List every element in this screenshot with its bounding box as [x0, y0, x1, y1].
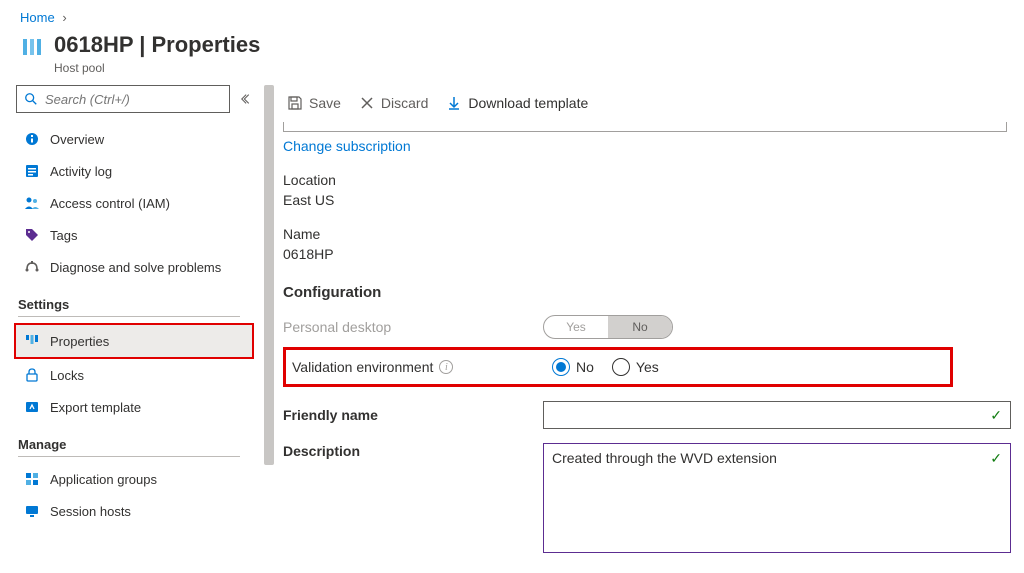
toolbar: Save Discard Download template: [255, 85, 1024, 122]
chevron-right-icon: ›: [62, 10, 66, 25]
sidebar-item-label: Export template: [50, 400, 141, 415]
sidebar-item-label: Session hosts: [50, 504, 131, 519]
change-subscription-link[interactable]: Change subscription: [283, 138, 1016, 154]
discard-button[interactable]: Discard: [355, 93, 432, 113]
diagnose-icon: [24, 259, 40, 275]
sidebar-item-session-hosts[interactable]: Session hosts: [16, 495, 258, 527]
save-button[interactable]: Save: [283, 93, 345, 113]
validation-yes-radio[interactable]: Yes: [612, 358, 659, 376]
sidebar-item-label: Locks: [50, 368, 84, 383]
breadcrumb: Home ›: [0, 0, 1024, 31]
sidebar-item-label: Access control (IAM): [50, 196, 170, 211]
personal-desktop-label: Personal desktop: [283, 319, 543, 335]
sidebar-item-export-template[interactable]: Export template: [16, 391, 258, 423]
check-icon: ✓: [990, 407, 1002, 424]
sidebar-item-access-control[interactable]: Access control (IAM): [16, 187, 258, 219]
personal-desktop-yes: Yes: [544, 316, 608, 338]
friendly-name-input[interactable]: ✓: [543, 401, 1011, 429]
breadcrumb-home[interactable]: Home: [20, 10, 55, 25]
sidebar-item-application-groups[interactable]: Application groups: [16, 463, 258, 495]
name-label: Name: [283, 226, 1016, 242]
name-value: 0618HP: [283, 246, 1016, 262]
sidebar-item-label: Diagnose and solve problems: [50, 260, 221, 275]
sidebar-item-label: Tags: [50, 228, 77, 243]
properties-icon: [24, 333, 40, 349]
session-hosts-icon: [24, 503, 40, 519]
download-template-button[interactable]: Download template: [442, 93, 592, 113]
sidebar-item-label: Properties: [50, 334, 109, 349]
lock-icon: [24, 367, 40, 383]
check-icon: ✓: [990, 450, 1002, 467]
validation-environment-highlight: Validation environment i No Yes: [283, 347, 953, 387]
radio-label: No: [576, 359, 594, 375]
description-input[interactable]: Created through the WVD extension ✓: [543, 443, 1011, 553]
description-value: Created through the WVD extension: [552, 450, 777, 466]
location-label: Location: [283, 172, 1016, 188]
subscription-field[interactable]: [283, 122, 1007, 132]
personal-desktop-toggle: Yes No: [543, 315, 673, 339]
sidebar-item-label: Overview: [50, 132, 104, 147]
sidebar: Overview Activity log Access control (IA…: [0, 85, 258, 568]
save-label: Save: [309, 95, 341, 111]
search-icon: [23, 91, 39, 107]
overview-icon: [24, 131, 40, 147]
search-input-wrap[interactable]: [16, 85, 230, 113]
save-icon: [287, 95, 303, 111]
export-template-icon: [24, 399, 40, 415]
info-icon[interactable]: i: [439, 360, 453, 374]
sidebar-item-label: Application groups: [50, 472, 157, 487]
sidebar-item-tags[interactable]: Tags: [16, 219, 258, 251]
location-value: East US: [283, 192, 1016, 208]
discard-label: Discard: [381, 95, 428, 111]
configuration-title: Configuration: [283, 284, 1016, 301]
personal-desktop-no: No: [608, 316, 672, 338]
hostpool-icon: [20, 35, 44, 59]
discard-icon: [359, 95, 375, 111]
scrollbar-thumb[interactable]: [264, 85, 274, 465]
radio-label: Yes: [636, 359, 659, 375]
sidebar-item-diagnose[interactable]: Diagnose and solve problems: [16, 251, 258, 283]
friendly-name-label: Friendly name: [283, 407, 378, 423]
sidebar-item-locks[interactable]: Locks: [16, 359, 258, 391]
application-groups-icon: [24, 471, 40, 487]
activity-log-icon: [24, 163, 40, 179]
divider: [18, 316, 240, 317]
description-label: Description: [283, 443, 360, 459]
validation-environment-radios: No Yes: [552, 358, 944, 376]
divider: [18, 456, 240, 457]
tags-icon: [24, 227, 40, 243]
access-control-icon: [24, 195, 40, 211]
resource-type: Host pool: [54, 61, 260, 75]
sidebar-item-overview[interactable]: Overview: [16, 123, 258, 155]
page-title: 0618HP | Properties: [54, 31, 260, 59]
validation-no-radio[interactable]: No: [552, 358, 594, 376]
sidebar-section-manage: Manage: [16, 437, 258, 452]
validation-environment-label: Validation environment: [292, 359, 433, 375]
download-label: Download template: [468, 95, 588, 111]
properties-panel: Change subscription Location East US Nam…: [255, 122, 1024, 568]
search-input[interactable]: [45, 92, 223, 107]
download-icon: [446, 95, 462, 111]
page-header: 0618HP | Properties Host pool: [0, 31, 1024, 85]
sidebar-item-label: Activity log: [50, 164, 112, 179]
sidebar-item-properties[interactable]: Properties: [14, 323, 254, 359]
sidebar-item-activity-log[interactable]: Activity log: [16, 155, 258, 187]
sidebar-section-settings: Settings: [16, 297, 258, 312]
